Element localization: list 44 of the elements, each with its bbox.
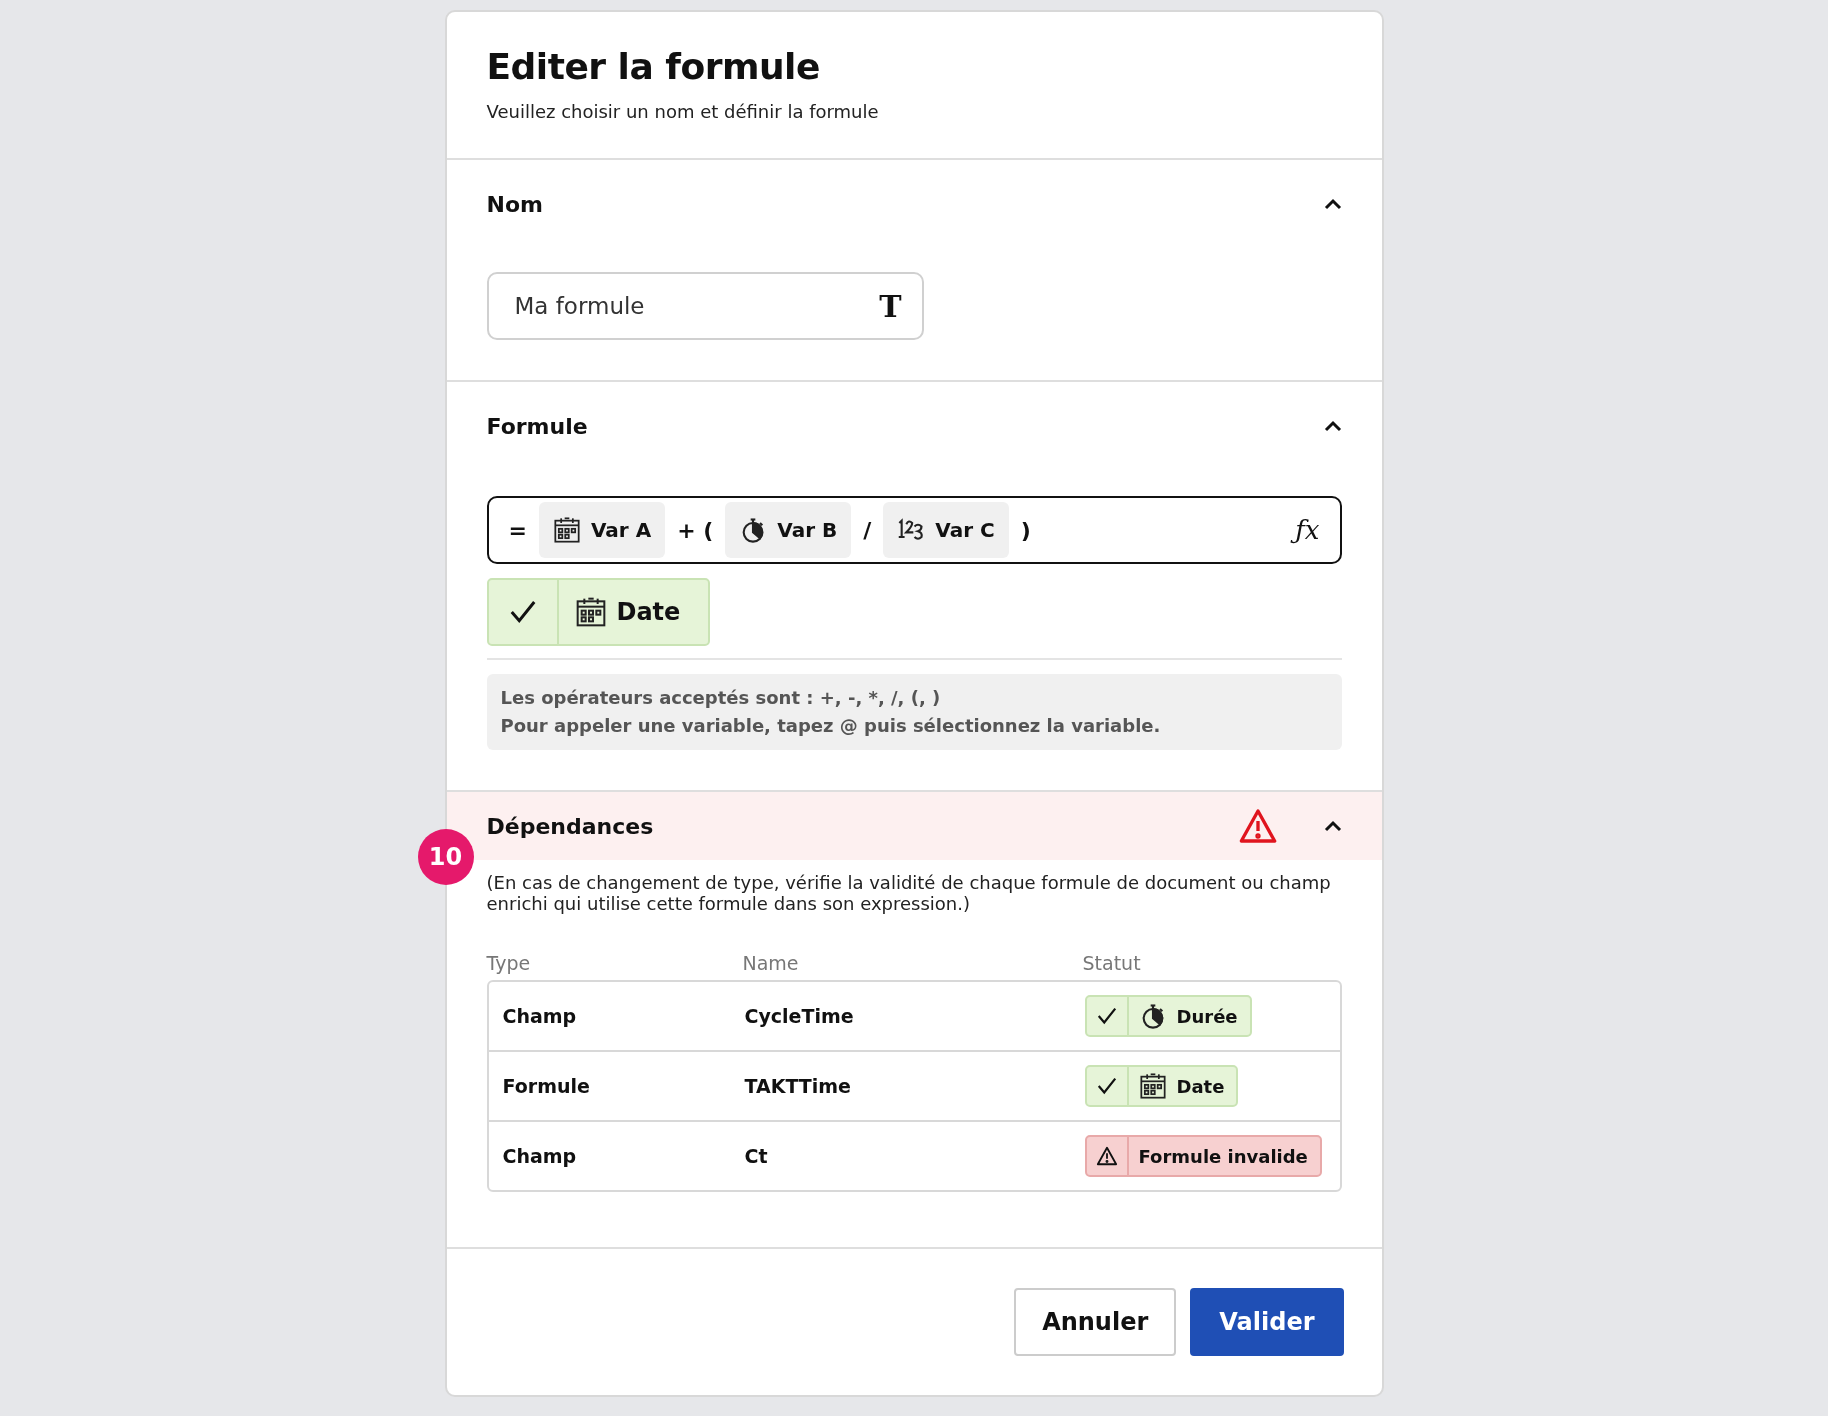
dialog-subtitle: Veuillez choisir un nom et définir la formule [486, 101, 880, 122]
section-title: Dépendances [486, 813, 655, 839]
dependencies-note: (En cas de changement de type, vérifie la validité de chaque formule de document ou champ enrichi qui utilise cette formule dans son expression.) [486, 872, 1332, 914]
calendar-icon [552, 516, 581, 544]
column-header: Name [742, 952, 800, 974]
table-cell-text: Champ [502, 1145, 578, 1167]
table-cell-text: CycleTime [744, 1005, 855, 1027]
operator-text: / [862, 517, 873, 543]
error-tag: Formule invalide [1084, 1135, 1322, 1177]
formula-input-field[interactable]: = Var A + ( Var B / Var C ) ƒx [486, 496, 1342, 564]
chevron-icon[interactable] [1323, 420, 1342, 432]
check-icon [1095, 1075, 1118, 1097]
help-text: Les opérateurs acceptés sont : +, -, *, /, (, ) Pour appeler une variable, tapez @ puis sélectionnez la variable. [486, 674, 1342, 750]
submit-button[interactable]: Valider [1190, 1288, 1344, 1356]
table-cell-text: Formule [502, 1075, 591, 1097]
dialog-title: Editer la formule [486, 46, 821, 87]
variable-chip[interactable]: Var B [725, 502, 852, 558]
text-type-icon: T [879, 288, 902, 324]
operator-text: = [507, 517, 528, 543]
type-tag: Date [1084, 1065, 1239, 1107]
type-tag: Date [486, 578, 711, 646]
cancel-button[interactable]: Annuler [1014, 1288, 1177, 1356]
function-icon[interactable]: ƒx [1287, 510, 1326, 550]
variable-chip[interactable]: Var C [883, 502, 1009, 558]
column-header: Statut [1082, 952, 1142, 974]
check-icon [1095, 1005, 1118, 1027]
section-title: Formule [486, 413, 589, 439]
chevron-icon[interactable] [1323, 198, 1342, 210]
section-title: Nom [486, 191, 544, 217]
name-input-field[interactable]: Ma formule T [486, 272, 924, 340]
warning-icon [1095, 1145, 1118, 1167]
calendar-icon [574, 596, 607, 628]
table-cell-text: Champ [502, 1005, 578, 1027]
warning-icon [1237, 806, 1278, 846]
step-badge: 10 [417, 829, 474, 885]
operator-text: ) [1019, 517, 1032, 543]
chevron-icon[interactable] [1323, 820, 1342, 832]
table-cell-text: Ct [744, 1145, 769, 1167]
type-tag: Durée [1084, 995, 1252, 1037]
operator-text: + ( [676, 517, 715, 543]
calendar-icon [1138, 1072, 1167, 1100]
variable-chip[interactable]: Var A [538, 502, 666, 558]
column-header: Type [486, 952, 532, 974]
table-cell-text: TAKTTime [744, 1075, 852, 1097]
